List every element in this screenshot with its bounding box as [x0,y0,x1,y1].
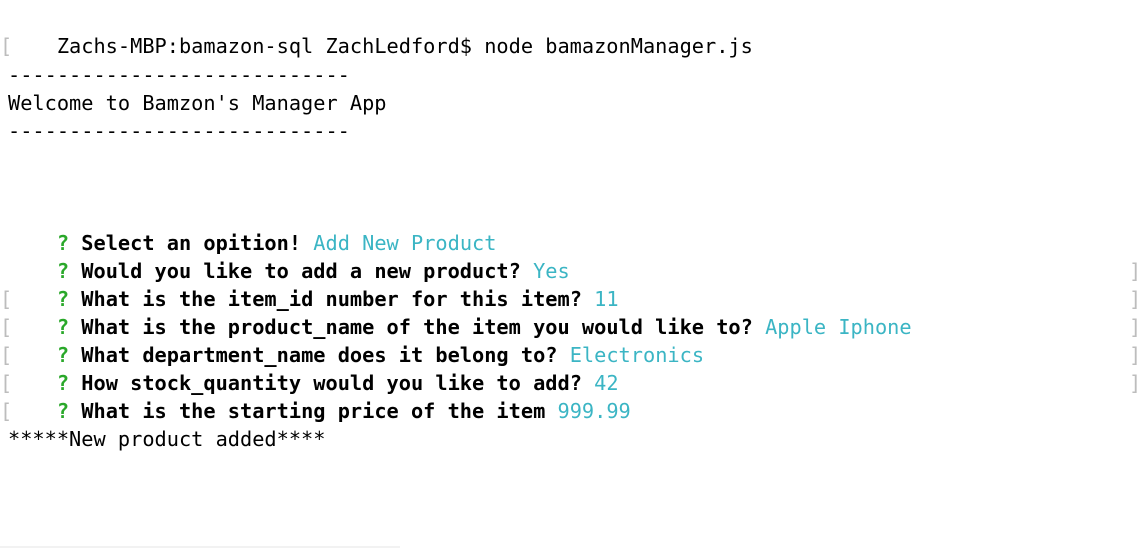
prompt-question-mark: ? [56,399,70,423]
command-text: Zachs-MBP:bamazon-sql ZachLedford$ node … [56,34,753,58]
separator-top: ---------------------------- [8,63,350,87]
line-marker-right: ] [1129,371,1140,395]
prompt-text: What is the starting price of the item [81,399,546,423]
separator-bottom: ---------------------------- [8,119,350,143]
line-marker-right: ] [1129,343,1140,367]
welcome-message: Welcome to Bamzon's Manager App [8,91,387,115]
prompt-line-add-product: ? Would you like to add a new product? Y… [8,229,570,283]
prompt-line-price: [? What is the starting price of the ite… [0,369,1140,423]
prompt-line-item-id: [? What is the item_id number for this i… [0,257,1140,311]
prompt-line-stock-quantity: [? How stock_quantity would you like to … [0,341,1140,395]
result-message: *****New product added**** [8,427,326,451]
line-marker-left: [ [0,34,13,58]
line-marker-left: [ [0,399,13,423]
line-marker-right: ] [1129,259,1140,283]
prompt-line-product-name: [? What is the product_name of the item … [0,285,1140,339]
prompt-answer: 999.99 [557,399,631,423]
command-line: [ Zachs-MBP:bamazon-sql ZachLedford$ node… [0,4,753,58]
prompt-answer: Apple Iphone [765,315,912,339]
bottom-divider [0,546,400,548]
prompt-line-select-option: ? Select an opition! Add New Product [8,201,497,255]
line-marker-right: ] [1129,315,1140,339]
prompt-line-department-name: [? What department_name does it belong t… [0,313,1140,367]
line-marker-right: ] [1129,287,1140,311]
terminal-window[interactable]: [ Zachs-MBP:bamazon-sql ZachLedford$ node… [0,4,1140,550]
